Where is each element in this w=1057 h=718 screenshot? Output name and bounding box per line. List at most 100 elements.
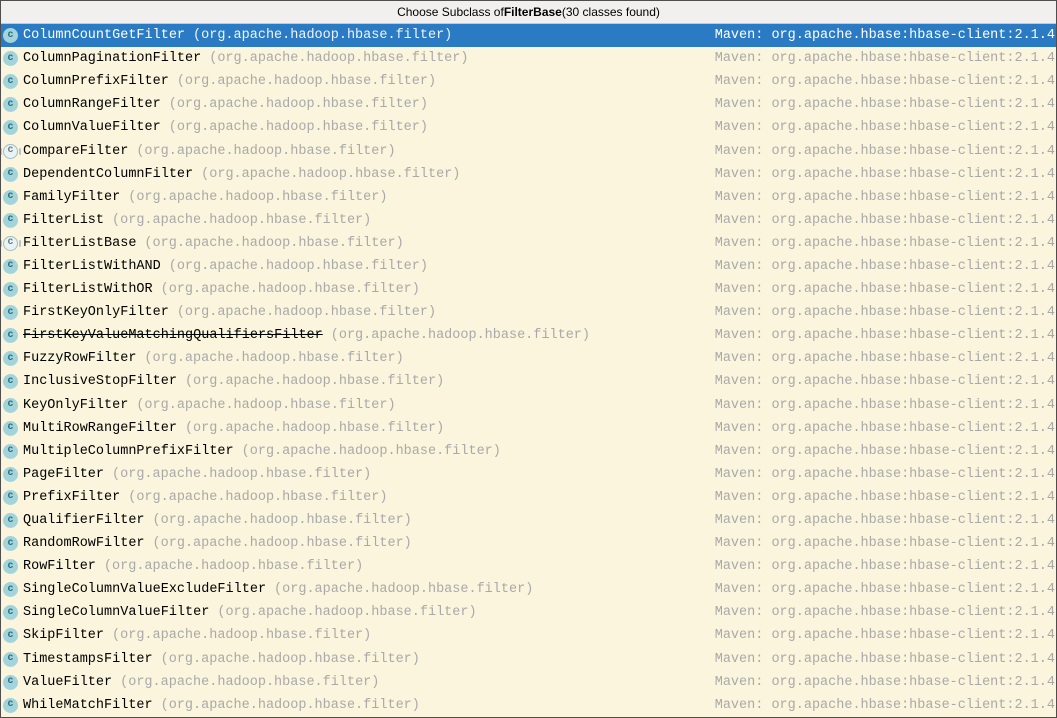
list-item[interactable]: c FilterList (org.apache.hadoop.hbase.fi… (1, 208, 1056, 232)
maven-coordinates: Maven: org.apache.hbase:hbase-client:2.1… (714, 305, 1055, 321)
class-icon: c (3, 305, 18, 321)
list-item[interactable]: c ColumnValueFilter (org.apache.hadoop.h… (1, 116, 1056, 140)
maven-coordinates: Maven: org.apache.hbase:hbase-client:2.1… (714, 51, 1055, 67)
class-icon: c (1, 235, 21, 251)
class-name: WhileMatchFilter (23, 697, 153, 713)
list-item[interactable]: c SingleColumnValueFilter (org.apache.ha… (1, 601, 1056, 625)
class-name: RowFilter (23, 559, 96, 575)
maven-coordinates: Maven: org.apache.hbase:hbase-client:2.1… (714, 582, 1055, 598)
list-item[interactable]: c MultiRowRangeFilter (org.apache.hadoop… (1, 416, 1056, 440)
class-icon: c (3, 536, 18, 552)
list-item[interactable]: c SkipFilter (org.apache.hadoop.hbase.fi… (1, 624, 1056, 648)
maven-coordinates: Maven: org.apache.hbase:hbase-client:2.1… (714, 443, 1055, 459)
choose-subclass-popup: Choose Subclass of FilterBase (30 classe… (0, 0, 1057, 718)
list-item[interactable]: c ColumnRangeFilter (org.apache.hadoop.h… (1, 93, 1056, 117)
list-item[interactable]: c WhileMatchFilter (org.apache.hadoop.hb… (1, 693, 1056, 717)
class-icon: c (3, 212, 18, 228)
class-name: FamilyFilter (23, 189, 121, 205)
list-item[interactable]: c FilterListWithAND (org.apache.hadoop.h… (1, 254, 1056, 279)
list-item[interactable]: c RandomRowFilter (org.apache.hadoop.hba… (1, 532, 1056, 556)
package-name: (org.apache.hadoop.hbase.filter) (112, 628, 372, 644)
class-name: QualifierFilter (23, 513, 145, 529)
list-item[interactable]: c TimestampsFilter (org.apache.hadoop.hb… (1, 647, 1056, 671)
list-item[interactable]: c ColumnCountGetFilter (org.apache.hadoo… (1, 24, 1056, 48)
list-item[interactable]: c KeyOnlyFilter (org.apache.hadoop.hbase… (1, 393, 1056, 417)
popup-title-target-class: FilterBase (503, 5, 562, 19)
maven-coordinates: Maven: org.apache.hbase:hbase-client:2.1… (714, 97, 1055, 113)
package-name: (org.apache.hadoop.hbase.filter) (168, 120, 428, 136)
list-item[interactable]: c ColumnPaginationFilter (org.apache.had… (1, 47, 1056, 71)
list-item[interactable]: c FilterListWithOR (org.apache.hadoop.hb… (1, 278, 1056, 302)
list-item[interactable]: c SingleColumnValueExcludeFilter (org.ap… (1, 578, 1056, 602)
list-item[interactable]: c RowFilter (org.apache.hadoop.hbase.fil… (1, 555, 1056, 579)
class-icon: c (3, 97, 18, 113)
maven-coordinates: Maven: org.apache.hbase:hbase-client:2.1… (714, 282, 1055, 298)
class-icon: c (3, 466, 18, 482)
maven-coordinates: Maven: org.apache.hbase:hbase-client:2.1… (714, 189, 1055, 205)
package-name: (org.apache.hadoop.hbase.filter) (103, 559, 364, 575)
package-name: (org.apache.hadoop.hbase.filter) (176, 305, 437, 321)
list-item[interactable]: c PrefixFilter (org.apache.hadoop.hbase.… (1, 485, 1056, 509)
list-item[interactable]: c ColumnPrefixFilter (org.apache.hadoop.… (1, 70, 1056, 94)
class-icon: c (3, 328, 18, 344)
class-name: ColumnValueFilter (23, 120, 161, 136)
popup-title-prefix: Choose Subclass of (397, 5, 504, 19)
class-icon: c (3, 628, 18, 644)
package-name: (org.apache.hadoop.hbase.filter) (201, 166, 461, 182)
class-name: DependentColumnFilter (23, 166, 194, 182)
class-name: FilterListWithOR (23, 282, 153, 298)
class-name: FuzzyRowFilter (23, 351, 137, 367)
class-name: FirstKeyOnlyFilter (23, 305, 169, 321)
package-name: (org.apache.hadoop.hbase.filter) (136, 143, 396, 159)
list-item[interactable]: c MultipleColumnPrefixFilter (org.apache… (1, 439, 1056, 463)
package-name: (org.apache.hadoop.hbase.filter) (184, 374, 445, 390)
package-name: (org.apache.hadoop.hbase.filter) (176, 74, 437, 90)
list-item[interactable]: c ValueFilter (org.apache.hadoop.hbase.f… (1, 670, 1056, 694)
list-item[interactable]: c FamilyFilter (org.apache.hadoop.hbase.… (1, 185, 1056, 209)
class-name: MultiRowRangeFilter (23, 420, 177, 436)
list-item[interactable]: c QualifierFilter (org.apache.hadoop.hba… (1, 508, 1056, 533)
maven-coordinates: Maven: org.apache.hbase:hbase-client:2.1… (714, 697, 1055, 713)
list-item[interactable]: c FilterListBase (org.apache.hadoop.hbas… (1, 231, 1056, 255)
maven-coordinates: Maven: org.apache.hbase:hbase-client:2.1… (714, 235, 1055, 251)
class-name: FirstKeyValueMatchingQualifiersFilter (23, 328, 323, 344)
class-icon: c (3, 674, 18, 690)
package-name: (org.apache.hadoop.hbase.filter) (184, 420, 445, 436)
package-name: (org.apache.hadoop.hbase.filter) (160, 651, 420, 667)
maven-coordinates: Maven: org.apache.hbase:hbase-client:2.1… (714, 489, 1055, 505)
class-icon: c (3, 120, 18, 136)
class-icon: c (3, 651, 18, 667)
package-name: (org.apache.hadoop.hbase.filter) (144, 351, 404, 367)
list-item[interactable]: c FirstKeyOnlyFilter (org.apache.hadoop.… (1, 301, 1056, 325)
class-icon: c (3, 559, 18, 575)
package-name: (org.apache.hadoop.hbase.filter) (136, 397, 396, 413)
class-icon: c (3, 258, 18, 274)
list-item[interactable]: c FirstKeyValueMatchingQualifiersFilter … (1, 324, 1056, 348)
maven-coordinates: Maven: org.apache.hbase:hbase-client:2.1… (714, 466, 1055, 482)
maven-coordinates: Maven: org.apache.hbase:hbase-client:2.1… (714, 651, 1055, 667)
maven-coordinates: Maven: org.apache.hbase:hbase-client:2.1… (714, 513, 1055, 529)
package-name: (org.apache.hadoop.hbase.filter) (193, 28, 453, 44)
package-name: (org.apache.hadoop.hbase.filter) (168, 97, 428, 113)
list-item[interactable]: c CompareFilter (org.apache.hadoop.hbase… (1, 139, 1056, 163)
class-name: ColumnRangeFilter (23, 97, 161, 113)
class-name: ColumnPaginationFilter (23, 51, 202, 67)
list-item[interactable]: c InclusiveStopFilter (org.apache.hadoop… (1, 370, 1056, 394)
maven-coordinates: Maven: org.apache.hbase:hbase-client:2.1… (714, 28, 1055, 44)
class-icon: c (3, 189, 18, 205)
package-name: (org.apache.hadoop.hbase.filter) (160, 282, 420, 298)
class-icon: c (3, 51, 18, 67)
class-name: MultipleColumnPrefixFilter (23, 443, 234, 459)
class-name: InclusiveStopFilter (23, 374, 177, 390)
list-item[interactable]: c DependentColumnFilter (org.apache.hado… (1, 162, 1056, 186)
maven-coordinates: Maven: org.apache.hbase:hbase-client:2.1… (714, 397, 1055, 413)
list-item[interactable]: c FuzzyRowFilter (org.apache.hadoop.hbas… (1, 347, 1056, 371)
class-name: CompareFilter (23, 143, 129, 159)
class-name: FilterList (23, 212, 105, 228)
class-name: ColumnCountGetFilter (23, 28, 186, 44)
package-name: (org.apache.hadoop.hbase.filter) (120, 674, 380, 690)
class-icon: c (1, 143, 21, 159)
maven-coordinates: Maven: org.apache.hbase:hbase-client:2.1… (714, 628, 1055, 644)
class-icon: c (3, 74, 18, 90)
list-item[interactable]: c PageFilter (org.apache.hadoop.hbase.fi… (1, 462, 1056, 486)
